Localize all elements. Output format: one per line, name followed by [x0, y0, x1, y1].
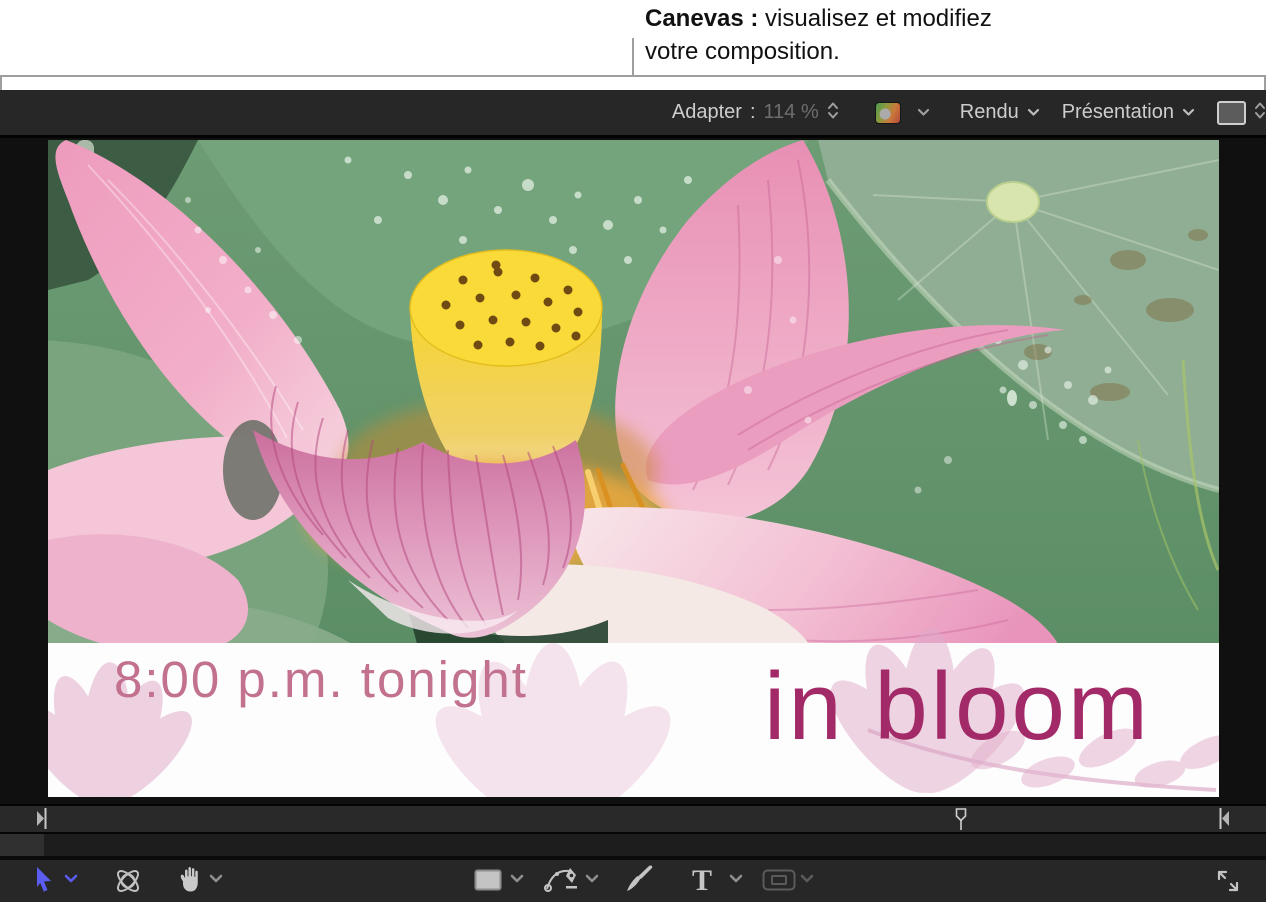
timeline-lower-strip-left [0, 834, 44, 856]
timeline-lower-strip [0, 834, 1266, 856]
expand-canvas-button[interactable] [1215, 868, 1241, 894]
annotation-text: Canevas : visualisez et modifiez votre c… [645, 2, 992, 68]
presentation-menu[interactable]: Présentation [1062, 101, 1195, 124]
color-gradient-swatch-icon[interactable] [875, 102, 901, 124]
pan-tool-button[interactable] [178, 865, 203, 893]
rectangle-icon [474, 869, 502, 891]
rounded-rect-mask-icon [762, 869, 796, 891]
canvas-toolbar: Adapter : 114 % Rendu [0, 90, 1266, 138]
motion-canvas-window: Adapter : 114 % Rendu [0, 90, 1266, 902]
zoom-value[interactable]: 114 % [764, 101, 819, 124]
composition-canvas[interactable]: 8:00 p.m. tonight in bloom [48, 140, 1219, 797]
pen-nib-curve-icon [543, 865, 581, 895]
canvas-time-text[interactable]: 8:00 p.m. tonight [114, 650, 528, 709]
screenshot-root: Canevas : visualisez et modifiez votre c… [0, 0, 1266, 902]
mask-tool-menu-chevron-icon[interactable] [799, 873, 815, 884]
zoom-stepper-icon[interactable] [827, 101, 839, 125]
annotation-desc: visualisez et modifiez [758, 5, 991, 32]
bezier-tool-button[interactable] [543, 865, 581, 895]
color-menu-chevron-icon[interactable] [917, 104, 930, 122]
presentation-menu-label[interactable]: Présentation [1062, 101, 1174, 124]
canvas-title-text[interactable]: in bloom [764, 652, 1151, 762]
select-tool-menu-chevron-icon[interactable] [63, 873, 79, 884]
rectangle-tool-button[interactable] [474, 869, 502, 891]
presentation-menu-chevron-icon[interactable] [1182, 104, 1195, 122]
annotation-line2: votre composition. [645, 35, 992, 68]
canvas-viewer: 8:00 p.m. tonight in bloom [0, 138, 1266, 798]
tools-toolbar: T [0, 860, 1266, 902]
text-tool-glyph: T [692, 866, 712, 896]
bezier-tool-menu-chevron-icon[interactable] [584, 873, 600, 884]
transform-3d-tool-button[interactable] [113, 866, 143, 896]
select-transform-tool-button[interactable] [33, 866, 55, 894]
zoom-separator: : [750, 101, 756, 124]
render-menu-chevron-icon[interactable] [1027, 104, 1040, 122]
display-swatch-icon[interactable] [1217, 101, 1246, 125]
window-outline-bracket [0, 75, 1266, 90]
color-channel-control[interactable] [875, 102, 930, 124]
text-tool-menu-chevron-icon[interactable] [728, 873, 744, 884]
display-options-control[interactable] [1217, 101, 1266, 125]
rectangle-tool-menu-chevron-icon[interactable] [509, 873, 525, 884]
annotation-term: Canevas : [645, 5, 758, 32]
text-tool-button[interactable]: T [692, 866, 712, 896]
hand-icon [178, 865, 203, 893]
display-stepper-icon[interactable] [1254, 101, 1266, 125]
render-menu[interactable]: Rendu [960, 101, 1040, 124]
diagonal-resize-arrows-icon [1215, 868, 1241, 894]
annotation-line1: Canevas : visualisez et modifiez [645, 2, 992, 35]
play-range-in-marker-icon[interactable] [36, 807, 48, 835]
render-menu-label[interactable]: Rendu [960, 101, 1019, 124]
zoom-mode-label[interactable]: Adapter [672, 101, 742, 124]
paintbrush-icon [624, 865, 656, 895]
zoom-level-control[interactable]: Adapter : 114 % [672, 101, 839, 125]
mini-timeline[interactable] [0, 804, 1266, 834]
playhead-marker-icon[interactable] [954, 807, 968, 836]
3d-orbit-icon [113, 866, 143, 896]
callout-line [632, 38, 634, 76]
pan-tool-menu-chevron-icon[interactable] [208, 873, 224, 884]
play-range-out-marker-icon[interactable] [1218, 807, 1230, 835]
arrow-cursor-icon [33, 866, 55, 894]
paint-stroke-tool-button[interactable] [624, 865, 656, 895]
mask-tool-button[interactable] [762, 869, 796, 891]
